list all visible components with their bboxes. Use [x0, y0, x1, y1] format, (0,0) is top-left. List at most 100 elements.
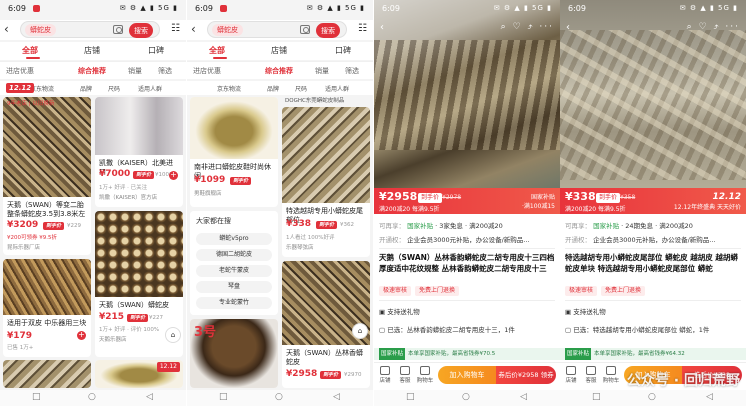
cart-button[interactable]: 购物车	[416, 366, 434, 384]
benefit-row[interactable]: 可再享： 国家补贴 · 24期免息 · 满200减20	[565, 220, 741, 230]
product-card[interactable]	[3, 360, 91, 388]
recent-apps-icon[interactable]: □	[592, 392, 601, 402]
cart-label: 购物车	[602, 378, 620, 384]
home-icon[interactable]: ○	[88, 392, 96, 402]
sort-comprehensive[interactable]: 综合推荐	[78, 66, 106, 76]
product-card[interactable]: 特选越胡专用小蟒蛇皮尾部位 ¥338 到手价 ¥362 1人看过 100%好评 …	[282, 107, 370, 257]
selected-spec-row[interactable]: ▢ 已选：特选越胡专用小蟒蛇皮尾部位 蟒蛇，1件	[565, 324, 741, 334]
back-arrow-icon[interactable]: ‹	[566, 22, 570, 33]
suggestion-item[interactable]: 蟒蛇v5pro	[196, 233, 272, 245]
filter-store-discount[interactable]: 进店优惠	[6, 66, 34, 76]
shop-name[interactable]: 男鞋旗舰店	[194, 189, 274, 197]
back-arrow-icon[interactable]: ‹	[4, 22, 9, 36]
product-card[interactable]: 9年老店 | 以旧换新 天鹅（SWAN）等变二胎 整条蟒蛇皮3.5到3.8米左 …	[3, 97, 91, 255]
shop-name[interactable]: 昆际乐器厂店	[7, 243, 87, 251]
recent-apps-icon[interactable]: □	[32, 392, 41, 402]
back-icon[interactable]: ◁	[333, 392, 340, 402]
chip-free-return: 免费上门退换	[601, 286, 646, 296]
product-card[interactable]: 12.12	[95, 360, 183, 388]
enterprise-row[interactable]: 开通权： 企业会员3000元补贴，办公设备/新购品...	[379, 234, 555, 244]
service-button[interactable]: 客服	[582, 366, 600, 384]
cart-float-icon[interactable]: ⌂	[352, 323, 368, 339]
recent-apps-icon[interactable]: □	[406, 392, 415, 402]
product-card[interactable]: 凯撒（KAISER）北美进口 ¥7000 到手价 ¥10000 1万+ 好评 ·…	[95, 97, 183, 207]
subsidy-badge: 国家补贴	[530, 194, 555, 201]
gift-row[interactable]: ▣ 支持送礼物	[565, 306, 741, 316]
filter-button[interactable]: 筛选	[158, 66, 172, 76]
shop-button[interactable]: 店铺	[562, 366, 580, 384]
product-card[interactable]: 适用于双皮 中乐器用三块 ¥179 已售 1万+ +	[3, 259, 91, 357]
suggestion-item[interactable]: 专业蛇蒙竹	[196, 297, 272, 309]
filter-size[interactable]: 尺码	[295, 84, 307, 93]
selected-spec-row[interactable]: ▢ 已选：丛林香韵蟒蛇皮二胡专用皮十三，1件	[379, 324, 555, 334]
filter-brand[interactable]: 品牌	[80, 84, 92, 93]
service-button[interactable]: 客服	[396, 366, 414, 384]
shop-button[interactable]: 店铺	[376, 366, 394, 384]
back-arrow-icon[interactable]: ‹	[380, 22, 384, 33]
service-label: 客服	[399, 378, 411, 384]
benefit-coupon: 满200减20	[469, 222, 503, 230]
tab-shops[interactable]: 店铺	[271, 45, 287, 56]
back-icon[interactable]: ◁	[520, 392, 527, 402]
suggestion-item[interactable]: 德国二胡蛇皮	[196, 249, 272, 261]
filter-size[interactable]: 尺码	[108, 84, 120, 93]
app-notification-icon	[220, 5, 227, 12]
benefit-row[interactable]: 可再享： 国家补贴 · 3家免息 · 满200减20	[379, 220, 555, 230]
filter-store-discount[interactable]: 进店优惠	[193, 66, 221, 76]
search-input[interactable]: 蟒蛇皮 搜索	[20, 21, 160, 38]
add-to-cart-icon[interactable]: +	[169, 171, 178, 180]
product-price: ¥215	[99, 312, 125, 322]
filter-audience[interactable]: 适用人群	[325, 84, 349, 93]
cart-button[interactable]: 购物车	[602, 366, 620, 384]
divider	[379, 300, 555, 301]
filter-jd-logistics[interactable]: 京东物流	[217, 84, 241, 93]
filter-button[interactable]: 筛选	[345, 66, 359, 76]
suggestion-item[interactable]: 琴盘	[196, 281, 272, 293]
cart-float-icon[interactable]: ⌂	[165, 327, 181, 343]
search-query-chip[interactable]: 蟒蛇皮	[25, 24, 56, 36]
back-icon[interactable]: ◁	[706, 392, 713, 402]
tab-shops[interactable]: 店铺	[84, 45, 100, 56]
product-card[interactable]: 天鹅（SWAN）蟒蛇皮 ¥215 到手价 ¥227 1万+ 好评 · 评价 10…	[95, 211, 183, 357]
layout-toggle-icon[interactable]: ☷	[358, 23, 367, 34]
sort-sales[interactable]: 销量	[315, 66, 329, 76]
shop-name[interactable]: 凯撒（KAISER）官方店	[99, 193, 179, 201]
product-card[interactable]: 3号	[190, 319, 278, 388]
recent-apps-icon[interactable]: □	[219, 392, 228, 402]
price-tag: 到手价	[316, 221, 338, 229]
product-card[interactable]: 天鹅（SWAN）丛林香蟒蛇皮 ¥2958 到手价 ¥2970 ⌂	[282, 261, 370, 388]
sort-sales[interactable]: 销量	[128, 66, 142, 76]
home-icon[interactable]: ○	[462, 392, 470, 402]
home-icon[interactable]: ○	[275, 392, 283, 402]
sort-comprehensive[interactable]: 综合推荐	[265, 66, 293, 76]
home-icon[interactable]: ○	[648, 392, 656, 402]
layout-toggle-icon[interactable]: ☷	[171, 23, 180, 34]
suggestion-item[interactable]: 老蛇牛蒙皮	[196, 265, 272, 277]
back-icon[interactable]: ◁	[146, 392, 153, 402]
product-card[interactable]: 南非进口蟒蛇皮鞋时尚休闲 ¥1099 到手价 男鞋旗舰店	[190, 97, 278, 207]
search-button[interactable]: 搜索	[129, 23, 153, 38]
gift-row[interactable]: ▣ 支持送礼物	[379, 306, 555, 316]
price-tag: 到手价	[320, 371, 342, 379]
search-button[interactable]: 搜索	[316, 23, 340, 38]
search-query-chip[interactable]: 蟒蛇皮	[212, 24, 243, 36]
shop-name[interactable]: 乐器琴弦店	[286, 243, 366, 251]
selected-spec-text: 已选：丛林香韵蟒蛇皮二胡专用皮十三，1件	[387, 326, 515, 334]
enterprise-row[interactable]: 开通权： 企业会员3000元补贴，办公设备/新购品...	[565, 234, 741, 244]
buy-now-button[interactable]: 券后价¥2958 领券购买	[496, 366, 556, 397]
filter-audience[interactable]: 适用人群	[138, 84, 162, 93]
header-actions-icons[interactable]: ⌕ ♡ ⤴ ···	[687, 22, 740, 32]
add-to-cart-icon[interactable]: +	[77, 331, 86, 340]
tab-all[interactable]: 全部	[22, 45, 38, 56]
back-arrow-icon[interactable]: ‹	[191, 22, 196, 36]
tab-reviews[interactable]: 口碑	[148, 45, 164, 56]
search-input[interactable]: 蟒蛇皮 搜索	[207, 21, 347, 38]
filter-brand[interactable]: 品牌	[267, 84, 279, 93]
status-time: 6:09	[382, 4, 400, 13]
add-to-cart-button[interactable]: 加入购物车	[438, 366, 496, 384]
tab-reviews[interactable]: 口碑	[335, 45, 351, 56]
header-actions-icons[interactable]: ⌕ ♡ ⤴ ···	[501, 22, 554, 32]
camera-icon[interactable]	[113, 25, 123, 34]
camera-icon[interactable]	[300, 25, 310, 34]
tab-all[interactable]: 全部	[209, 45, 225, 56]
